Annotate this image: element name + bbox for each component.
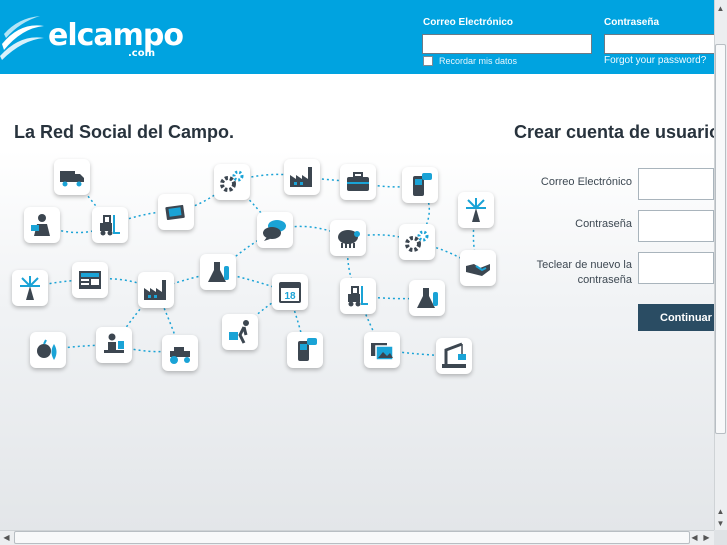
signup-password-label: Contraseña [575, 218, 632, 230]
scroll-up-icon[interactable]: ▲ [714, 2, 727, 15]
person-laptop-icon [24, 207, 60, 243]
logo[interactable]: elcampo .com [0, 14, 184, 64]
login-email-label: Correo Electrónico [423, 17, 514, 28]
continue-button[interactable]: Continuar [638, 304, 714, 331]
login-password-label: Contraseña [604, 17, 660, 28]
gear-icon-2 [399, 224, 435, 260]
crane-icon [436, 338, 472, 374]
tractor-icon [162, 335, 198, 371]
photo-icon [364, 332, 400, 368]
tablet-icon [158, 194, 194, 230]
briefcase-icon [340, 164, 376, 200]
sheep-icon [330, 220, 366, 256]
logo-swoosh-icon [0, 16, 44, 60]
factory-icon-2 [138, 272, 174, 308]
signup-confirm-label: Teclear de nuevo la contraseña [537, 258, 632, 288]
hand-truck-icon [222, 314, 258, 350]
signup-confirm-input[interactable] [638, 252, 714, 284]
signup-title: Crear cuenta de usuario [514, 122, 721, 142]
flask-icon [200, 254, 236, 290]
login-email-input[interactable] [422, 34, 592, 54]
signup-confirm-label-line2: contraseña [577, 274, 632, 286]
signup-email-input[interactable] [638, 168, 714, 200]
scroll-right-icon[interactable]: ▶ [700, 531, 713, 544]
signup-confirm-label-line1: Teclear de nuevo la [536, 259, 632, 271]
forklift-icon-2 [340, 278, 376, 314]
fruit-icon [30, 332, 66, 368]
windmill-icon [458, 192, 494, 228]
login-password-input[interactable] [604, 34, 714, 54]
scrollbar-corner [714, 530, 727, 545]
factory-icon [284, 159, 320, 195]
forgot-password-link[interactable]: Forgot your password? [604, 55, 706, 66]
phone-icon [402, 167, 438, 203]
chat-icon [257, 212, 293, 248]
forklift-icon [92, 207, 128, 243]
horizontal-scroll-thumb[interactable] [14, 531, 690, 544]
scroll-left-icon[interactable]: ◀ [0, 531, 13, 544]
person-desk-icon [96, 327, 132, 363]
network-illustration: 18 [0, 150, 500, 390]
newspaper-icon [72, 262, 108, 298]
page-tagline: La Red Social del Campo. [14, 122, 235, 142]
flask-icon-2 [409, 280, 445, 316]
top-bar: elcampo .com Correo Electrónico Contrase… [0, 0, 714, 74]
remember-checkbox[interactable] [423, 56, 433, 66]
logo-text: elcampo [48, 18, 184, 53]
truck-icon [54, 159, 90, 195]
phone-icon-2 [287, 332, 323, 368]
windmill-icon-2 [12, 270, 48, 306]
signup-password-input[interactable] [638, 210, 714, 242]
scroll-down-icon[interactable]: ▼ [714, 517, 727, 530]
calendar-icon: 18 [272, 274, 308, 310]
remember-label: Recordar mis datos [439, 56, 518, 66]
logo-subtext: .com [128, 48, 156, 59]
signup-email-label: Correo Electrónico [540, 176, 632, 188]
handshake-icon [460, 250, 496, 286]
gear-icon [214, 164, 250, 200]
vertical-scroll-thumb[interactable] [715, 44, 726, 434]
calendar-day-text: 18 [284, 291, 296, 302]
